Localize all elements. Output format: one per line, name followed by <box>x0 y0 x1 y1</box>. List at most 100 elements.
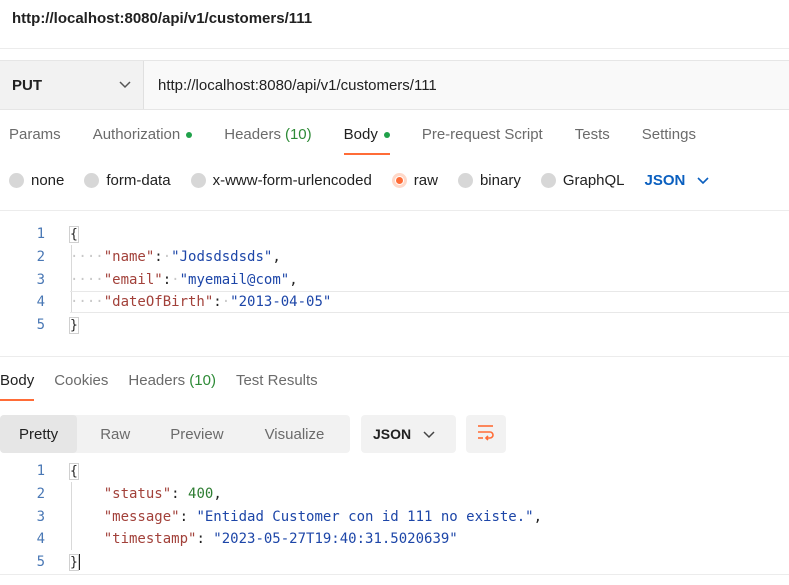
body-format-label: JSON <box>644 172 686 189</box>
tab-response-headers[interactable]: Headers (10) <box>128 372 216 401</box>
divider <box>0 356 789 357</box>
radio-label: GraphQL <box>562 172 625 189</box>
radio-circle-icon <box>540 173 556 188</box>
code-line: 1 { <box>0 223 789 246</box>
divider <box>0 210 789 211</box>
line-number: 3 <box>36 271 45 288</box>
tab-params[interactable]: Params <box>9 126 61 155</box>
json-key: "dateOfBirth" <box>103 294 214 311</box>
tab-cookies[interactable]: Cookies <box>54 372 108 401</box>
json-key: "email" <box>103 271 163 288</box>
json-value: "myemail@com" <box>179 271 290 288</box>
tab-label: Pre-request Script <box>421 126 543 143</box>
response-body-viewer[interactable]: 1 { 2 "status": 400, 3 "message": "Entid… <box>0 460 789 573</box>
tab-label: Headers <box>224 126 281 143</box>
code-line: 2 "status": 400, <box>0 483 789 506</box>
body-format-select[interactable]: JSON <box>645 172 710 189</box>
body-type-options: none form-data x-www-form-urlencoded raw… <box>0 172 709 189</box>
radio-label: raw <box>413 172 438 189</box>
radio-circle-icon <box>457 173 473 188</box>
code-line: 4 ····"dateOfBirth":·"2013-04-05" <box>0 291 789 314</box>
chevron-down-icon <box>119 76 131 94</box>
request-title: http://localhost:8080/api/v1/customers/1… <box>12 10 313 27</box>
tab-label: Tests <box>574 126 610 143</box>
tab-body[interactable]: Body <box>343 126 391 155</box>
radio-label: form-data <box>106 172 171 189</box>
tab-tests[interactable]: Tests <box>575 126 610 155</box>
json-value: 400 <box>188 486 214 503</box>
tab-label: Headers <box>128 372 186 389</box>
response-view-segmented: Pretty Raw Preview Visualize <box>0 415 350 453</box>
radio-circle-icon <box>84 173 100 188</box>
chevron-down-icon <box>697 172 709 189</box>
json-key: "status" <box>103 486 172 503</box>
tab-label: Cookies <box>54 372 109 389</box>
tab-label: Body <box>343 126 378 143</box>
view-preview[interactable]: Preview <box>170 415 223 453</box>
tab-test-results[interactable]: Test Results <box>236 372 318 401</box>
json-key: "message" <box>103 508 180 525</box>
tab-headers[interactable]: Headers (10) <box>224 126 311 155</box>
request-body-editor[interactable]: 1 { 2 ····"name":·"Jodsdsdsds", 3 ····"e… <box>0 223 789 336</box>
tab-authorization[interactable]: Authorization <box>93 126 193 155</box>
radio-raw[interactable]: raw <box>391 172 438 189</box>
radio-circle-icon <box>190 173 206 188</box>
text-cursor <box>77 554 80 571</box>
radio-label: binary <box>479 172 521 189</box>
json-brace: } <box>69 554 79 572</box>
headers-count: (10) <box>189 372 216 389</box>
view-raw[interactable]: Raw <box>100 415 130 453</box>
json-comma: , <box>289 271 298 288</box>
radio-form-data[interactable]: form-data <box>84 172 171 189</box>
url-input[interactable]: http://localhost:8080/api/v1/customers/1… <box>144 61 789 109</box>
radio-label: x-www-form-urlencoded <box>212 172 372 189</box>
tab-label: Params <box>9 126 61 143</box>
divider <box>0 48 789 49</box>
tab-response-body[interactable]: Body <box>0 372 35 401</box>
radio-label: none <box>31 172 65 189</box>
radio-graphql[interactable]: GraphQL <box>540 172 625 189</box>
radio-x-www-form-urlencoded[interactable]: x-www-form-urlencoded <box>190 172 372 189</box>
line-number: 4 <box>36 294 45 311</box>
json-value: "2013-04-05" <box>230 294 332 311</box>
response-format-label: JSON <box>373 426 412 442</box>
json-comma: , <box>272 249 281 266</box>
tab-settings[interactable]: Settings <box>642 126 696 155</box>
tab-pre-request-script[interactable]: Pre-request Script <box>422 126 543 155</box>
radio-none[interactable]: none <box>9 172 64 189</box>
line-number: 4 <box>36 531 45 548</box>
request-tabs: Params Authorization Headers (10) Body Pr… <box>0 126 728 155</box>
method-select[interactable]: PUT <box>0 61 144 109</box>
wrap-lines-icon <box>476 423 496 446</box>
divider <box>0 574 789 575</box>
json-comma: , <box>213 486 222 503</box>
status-dot-icon <box>186 131 193 138</box>
request-bar: PUT http://localhost:8080/api/v1/custome… <box>0 60 789 110</box>
status-dot-icon <box>383 131 390 138</box>
json-key: "timestamp" <box>103 531 197 548</box>
response-format-select[interactable]: JSON <box>361 415 456 453</box>
code-line: 5 } <box>0 551 789 574</box>
wrap-lines-button[interactable] <box>466 415 506 453</box>
line-number: 2 <box>36 249 45 266</box>
line-number: 2 <box>36 486 45 503</box>
code-line: 2 ····"name":·"Jodsdsdsds", <box>0 246 789 269</box>
radio-binary[interactable]: binary <box>457 172 521 189</box>
json-brace: } <box>69 317 79 335</box>
code-line: 3 ····"email":·"myemail@com", <box>0 268 789 291</box>
line-number: 1 <box>36 226 45 243</box>
line-number: 5 <box>36 317 45 334</box>
headers-count: (10) <box>284 126 312 143</box>
json-value: "Jodsdsdsds" <box>171 249 273 266</box>
method-label: PUT <box>12 76 42 94</box>
tab-label: Authorization <box>92 126 181 143</box>
view-pretty[interactable]: Pretty <box>0 415 78 453</box>
view-visualize[interactable]: Visualize <box>265 415 325 453</box>
radio-circle-icon <box>9 173 24 188</box>
json-brace: { <box>69 226 79 244</box>
radio-selected-icon <box>391 173 407 188</box>
chevron-down-icon <box>423 426 435 442</box>
tab-label: Settings <box>641 126 696 143</box>
line-number: 1 <box>36 463 45 480</box>
json-value: "Entidad Customer con id 111 no existe." <box>196 508 534 525</box>
